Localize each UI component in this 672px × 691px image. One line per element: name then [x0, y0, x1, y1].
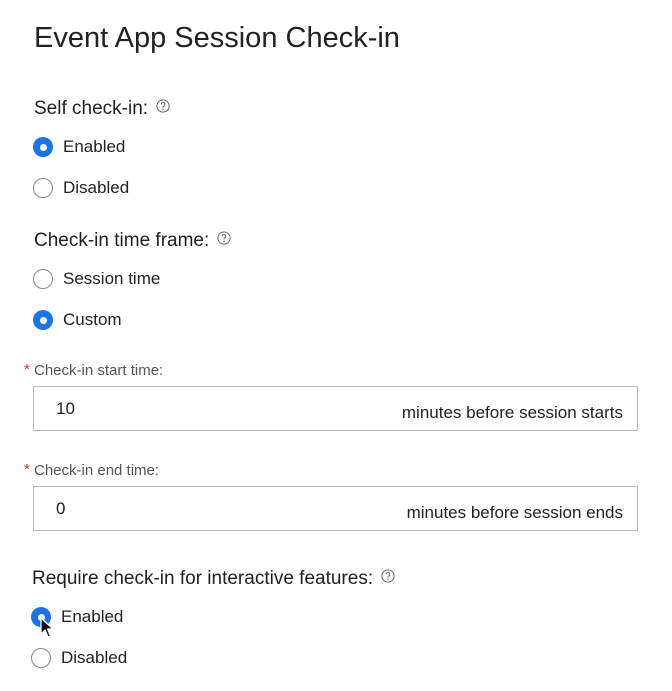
- interactive-label: Require check-in for interactive feature…: [32, 568, 374, 589]
- time-frame-session-radio[interactable]: [33, 269, 53, 289]
- end-time-label: * Check-in end time:: [24, 461, 160, 480]
- end-time-input[interactable]: [56, 498, 176, 519]
- radio-label: Custom: [63, 310, 122, 329]
- self-checkin-disabled-option[interactable]: Disabled: [33, 176, 129, 200]
- start-time-input[interactable]: [56, 398, 176, 419]
- mouse-pointer-icon: [40, 617, 54, 638]
- self-checkin-enabled-radio[interactable]: [33, 137, 53, 157]
- time-frame-custom-radio[interactable]: [33, 310, 53, 330]
- self-checkin-label: Self check-in:: [34, 98, 149, 119]
- end-time-field[interactable]: minutes before session ends: [33, 486, 638, 531]
- help-circle-icon[interactable]: [156, 98, 170, 113]
- radio-label: Disabled: [63, 178, 130, 197]
- help-circle-icon[interactable]: [217, 230, 231, 245]
- end-time-suffix: minutes before session ends: [406, 502, 623, 522]
- self-checkin-disabled-radio[interactable]: [33, 178, 53, 198]
- start-time-label: * Check-in start time:: [24, 361, 164, 380]
- help-circle-icon[interactable]: [381, 568, 395, 583]
- required-marker: *: [24, 461, 30, 478]
- interactive-disabled-option[interactable]: Disabled: [31, 646, 127, 670]
- radio-label: Enabled: [63, 137, 126, 156]
- time-frame-heading: Check-in time frame:: [34, 229, 231, 253]
- self-checkin-heading: Self check-in:: [34, 97, 170, 121]
- interactive-disabled-radio[interactable]: [31, 648, 51, 668]
- interactive-heading: Require check-in for interactive feature…: [32, 567, 395, 591]
- page-title: Event App Session Check-in: [34, 22, 400, 54]
- start-time-label-text: Check-in start time:: [34, 362, 164, 379]
- time-frame-custom-option[interactable]: Custom: [33, 308, 122, 332]
- end-time-label-text: Check-in end time:: [34, 462, 160, 479]
- start-time-suffix: minutes before session starts: [401, 402, 623, 422]
- time-frame-session-option[interactable]: Session time: [33, 267, 160, 291]
- radio-label: Disabled: [61, 648, 128, 667]
- radio-label: Enabled: [61, 607, 124, 626]
- time-frame-label: Check-in time frame:: [34, 230, 210, 251]
- self-checkin-enabled-option[interactable]: Enabled: [33, 135, 125, 159]
- radio-label: Session time: [63, 269, 161, 288]
- start-time-field[interactable]: minutes before session starts: [33, 386, 638, 431]
- required-marker: *: [24, 361, 30, 378]
